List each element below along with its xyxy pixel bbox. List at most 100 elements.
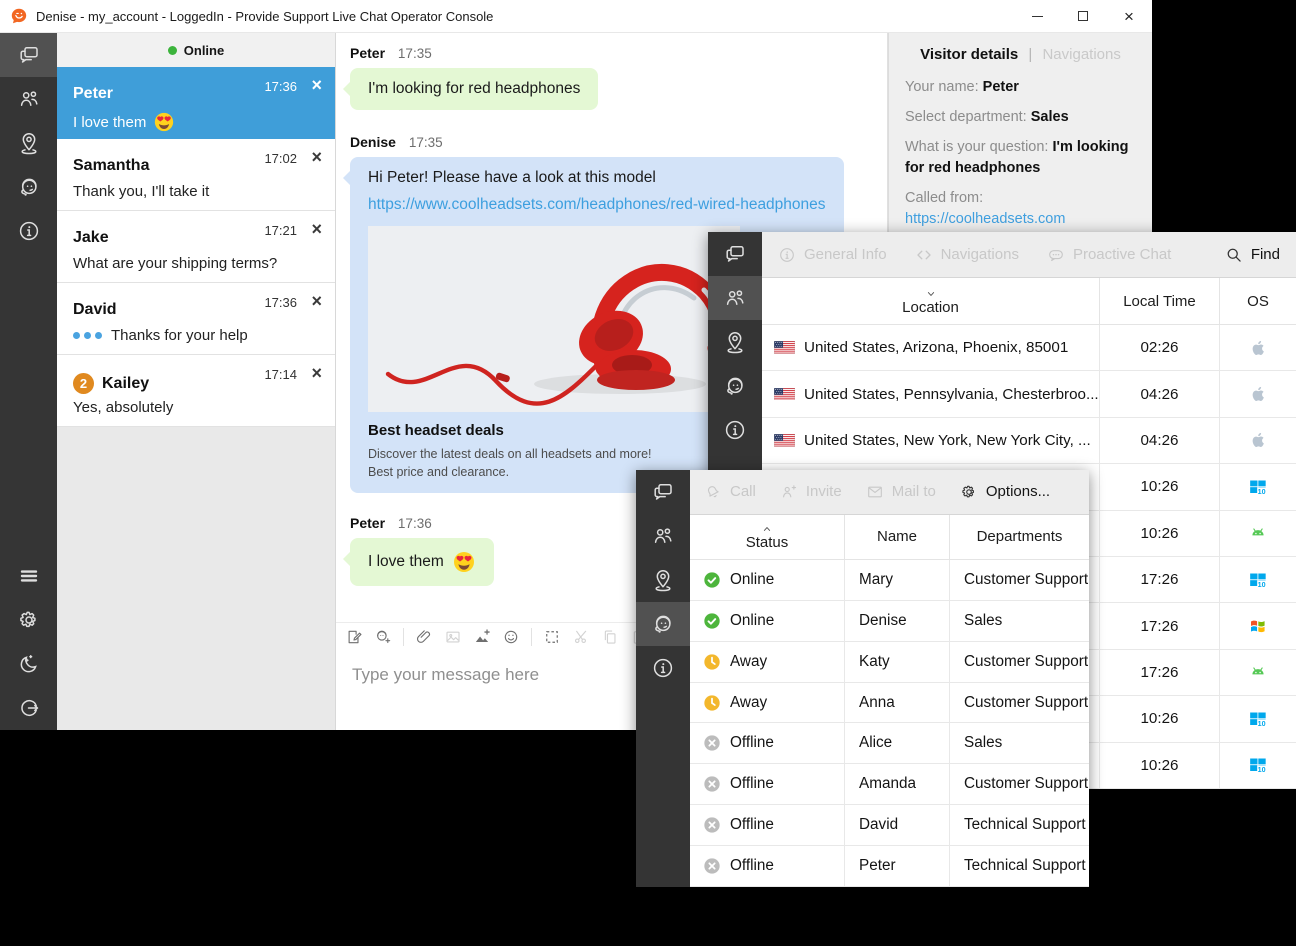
title-bar[interactable]: Denise - my_account - LoggedIn - Provide… [0,0,1152,33]
column-os[interactable]: OS [1220,278,1296,325]
status-label: Away [730,694,767,712]
visitor-local-time: 17:26 [1100,650,1220,696]
visitor-location: United States, Arizona, Phoenix, 85001 [804,339,1068,356]
message-time: 17:35 [409,135,443,150]
field-link[interactable]: https://coolheadsets.com [905,211,1065,227]
operators-table-header: Status Name Departments [690,515,1089,560]
chat-name: Kailey [102,375,149,393]
sidebar-item-info[interactable] [708,408,762,452]
sidebar-item-visitors[interactable] [636,514,690,558]
close-chat-icon[interactable]: × [311,220,322,238]
call-button[interactable]: Call [704,483,756,501]
status-label: Offline [730,816,774,834]
sidebar-item-geo[interactable] [636,558,690,602]
emoji-picker-icon[interactable] [502,628,520,646]
mail-to-button[interactable]: Mail to [866,483,936,501]
transfer-chat-icon[interactable] [374,628,392,646]
chat-time: 17:36 [264,295,297,310]
navigations-button[interactable]: Navigations [915,246,1019,264]
message-link[interactable]: https://www.coolheadsets.com/headphones/… [368,196,826,214]
operator-row[interactable]: Away Katy Customer Support [690,642,1089,683]
operator-department: Customer Support [950,560,1089,601]
column-departments[interactable]: Departments [950,515,1089,560]
operator-row[interactable]: Offline David Technical Support [690,805,1089,846]
sidebar-item-menu[interactable] [0,554,57,598]
select-area-icon[interactable] [543,628,561,646]
operator-row[interactable]: Online Mary Customer Support [690,560,1089,601]
chat-time: 17:36 [264,79,297,94]
chat-list-item[interactable]: 17:14 × 2 Kailey Yes, absolutely [57,355,335,427]
sidebar-item-night-mode[interactable] [0,642,57,686]
os-icon [1248,384,1268,404]
column-status[interactable]: Status [690,515,845,560]
operator-status[interactable]: Online [57,33,335,67]
heart-eyes-emoji-icon [452,550,476,574]
attach-file-icon[interactable] [415,628,433,646]
tab-separator: | [1028,46,1032,63]
desktop: Denise - my_account - LoggedIn - Provide… [0,0,1296,946]
status-offline-icon [702,733,722,753]
sidebar-item-operators[interactable] [708,364,762,408]
chat-list-item[interactable]: 17:36 × David Thanks for your help [57,283,335,355]
chat-list-item[interactable]: 17:02 × Samantha Thank you, I'll take it [57,139,335,211]
sidebar-item-info[interactable] [636,646,690,690]
visitor-row[interactable]: United States, New York, New York City, … [762,418,1296,464]
tab-navigations[interactable]: Navigations [1042,46,1120,63]
maximize-button[interactable] [1060,0,1106,32]
invite-button[interactable]: Invite [780,483,842,501]
tab-visitor-details[interactable]: Visitor details [920,46,1018,63]
envelope-icon [866,483,884,501]
chat-list-item[interactable]: 17:36 × Peter I love them [57,67,335,139]
gear-icon [960,483,978,501]
status-label: Online [730,571,774,589]
proactive-chat-button[interactable]: Proactive Chat [1047,246,1171,264]
logout-icon [17,696,41,720]
copy-icon[interactable] [601,628,619,646]
cut-icon[interactable] [572,628,590,646]
column-local-time[interactable]: Local Time [1100,278,1220,325]
sidebar-item-chats[interactable] [0,33,57,77]
field-label: Your name: [905,79,983,95]
sidebar-item-operators[interactable] [636,602,690,646]
close-chat-icon[interactable]: × [311,292,322,310]
find-button[interactable]: Find [1225,246,1280,264]
send-screenshot-icon[interactable] [473,628,491,646]
person-plus-icon [780,483,798,501]
operator-row[interactable]: Offline Alice Sales [690,723,1089,764]
operator-row[interactable]: Offline Amanda Customer Support [690,764,1089,805]
canned-response-icon[interactable] [345,628,363,646]
column-location[interactable]: Location [762,278,1100,325]
operator-name: Mary [845,560,950,601]
sidebar-item-chats[interactable] [708,232,762,276]
field-value: Sales [1031,109,1069,125]
sidebar-item-visitors[interactable] [0,77,57,121]
sidebar-item-logout[interactable] [0,686,57,730]
general-info-button[interactable]: General Info [778,246,887,264]
visitor-local-time: 10:26 [1100,743,1220,789]
operator-row[interactable]: Away Anna Customer Support [690,683,1089,724]
visitor-row[interactable]: United States, Arizona, Phoenix, 85001 0… [762,325,1296,371]
sidebar-item-geo[interactable] [0,121,57,165]
sidebar-item-settings[interactable] [0,598,57,642]
chat-icon [17,43,41,67]
chat-list-item[interactable]: 17:21 × Jake What are your shipping term… [57,211,335,283]
sidebar-item-visitors[interactable] [708,276,762,320]
minimize-button[interactable] [1014,0,1060,32]
sidebar-item-geo[interactable] [708,320,762,364]
column-name[interactable]: Name [845,515,950,560]
sidebar-item-info[interactable] [0,209,57,253]
operator-row[interactable]: Online Denise Sales [690,601,1089,642]
status-label: Online [730,612,774,630]
operator-row[interactable]: Offline Peter Technical Support [690,846,1089,887]
close-button[interactable]: × [1106,0,1152,32]
message-author: Peter [350,45,385,61]
sidebar-item-operators[interactable] [0,165,57,209]
options-button[interactable]: Options... [960,483,1050,501]
visitor-row[interactable]: United States, Pennsylvania, Chesterbroo… [762,371,1296,417]
sidebar-item-chats[interactable] [636,470,690,514]
close-chat-icon[interactable]: × [311,76,322,94]
close-chat-icon[interactable]: × [311,148,322,166]
os-icon [1248,616,1268,636]
insert-image-icon[interactable] [444,628,462,646]
close-chat-icon[interactable]: × [311,364,322,382]
